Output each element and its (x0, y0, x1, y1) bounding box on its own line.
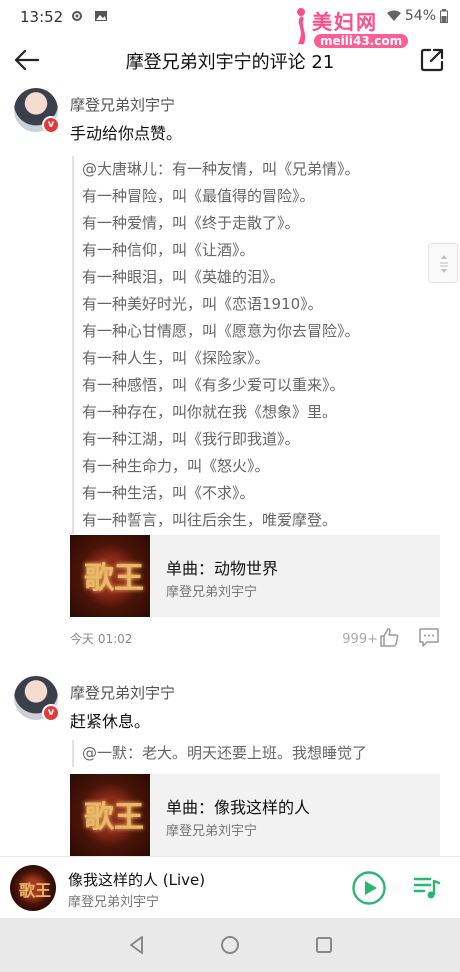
quote-line: 有一种人生，叫《探险家》。 (82, 349, 270, 367)
back-arrow-icon[interactable] (10, 44, 42, 76)
quote-line: 有一种生命力，叫《怒火》。 (82, 457, 270, 475)
song-title: 单曲：动物世界 (166, 559, 279, 578)
status-time: 13:52 (20, 8, 64, 26)
song-artist: 摩登兄弟刘宇宁 (166, 585, 258, 600)
song-cover: 歌王 (70, 535, 150, 617)
song-cover: 歌王 (70, 774, 150, 856)
comment-item: v 摩登兄弟刘宇宁 赶紧休息。 @一默：老大。明天还要上班。我想睡觉了 歌王 单… (0, 676, 460, 856)
like-count: 999+ (342, 632, 378, 647)
cover-logo-text: 歌王 (84, 561, 144, 596)
image-icon (95, 11, 107, 21)
share-external-icon[interactable] (418, 46, 446, 74)
quote-line: 有一种誓言，叫往后余生，唯爱摩登。 (82, 511, 338, 529)
play-icon[interactable] (352, 871, 386, 905)
quote-line: 有一种美好时光，叫《恋语1910》。 (82, 295, 323, 313)
quote-line: 有一种冒险，叫《最值得的冒险》。 (82, 187, 315, 205)
quoted-comment[interactable]: @大唐琳儿：有一种友情，叫《兄弟情》。 有一种冒险，叫《最值得的冒险》。 有一种… (72, 156, 360, 534)
quote-line: 有一种感悟，叫《有多少爱可以重来》。 (82, 376, 345, 394)
song-card[interactable]: 歌王 单曲：动物世界 摩登兄弟刘宇宁 (70, 535, 440, 617)
reply-comment-icon[interactable] (418, 626, 440, 648)
song-artist: 摩登兄弟刘宇宁 (166, 824, 258, 839)
system-nav-bar (0, 918, 460, 972)
comment-username[interactable]: 摩登兄弟刘宇宁 (70, 682, 175, 703)
comment-time: 今天 01:02 (70, 632, 133, 646)
quote-line: 有一种爱情，叫《终于走散了》。 (82, 214, 300, 232)
comment-text: 赶紧休息。 (70, 712, 151, 731)
avatar[interactable]: v (14, 676, 60, 722)
nav-back-icon[interactable] (126, 934, 148, 956)
quote-line: 有一种生活，叫《不求》。 (82, 484, 255, 502)
comment-item: v 摩登兄弟刘宇宁 手动给你点赞。 @大唐琳儿：有一种友情，叫《兄弟情》。 有一… (0, 88, 460, 648)
verified-badge-icon: v (42, 704, 60, 722)
nav-home-icon[interactable] (219, 934, 241, 956)
quote-line: 有一种江湖，叫《我行即我道》。 (82, 430, 300, 448)
avatar[interactable]: v (14, 88, 60, 134)
quoted-comment[interactable]: @一默：老大。明天还要上班。我想睡觉了 (72, 740, 367, 767)
song-title: 单曲：像我这样的人 (166, 798, 311, 817)
thumbs-up-icon[interactable] (378, 626, 400, 648)
nav-recents-icon[interactable] (313, 934, 335, 956)
player-song-title: 像我这样的人 (Live) (68, 871, 206, 889)
quote-line: 有一种心甘情愿，叫《愿意为你去冒险》。 (82, 322, 360, 340)
fast-scroll-handle[interactable] (428, 243, 458, 283)
comment-text: 手动给你点赞。 (70, 124, 183, 143)
watermark-title: 美妇网 (312, 10, 378, 34)
mini-player[interactable]: 歌王 像我这样的人 (Live) 摩登兄弟刘宇宁 (0, 856, 460, 918)
app-header: 摩登兄弟刘宇宁的评论 21 (0, 36, 460, 84)
drag-handle-icon (440, 255, 448, 273)
verified-badge-icon: v (42, 116, 60, 134)
quote-line: 有一种存在，叫你就在我《想象》里。 (82, 403, 338, 421)
player-cover[interactable]: 歌王 (10, 865, 56, 911)
playlist-icon[interactable] (412, 873, 442, 903)
quote-line: @大唐琳儿：有一种友情，叫《兄弟情》。 (82, 160, 360, 178)
page-title: 摩登兄弟刘宇宁的评论 21 (125, 52, 335, 73)
quote-line: 有一种眼泪，叫《英雄的泪》。 (82, 268, 285, 286)
quote-line: 有一种信仰，叫《让酒》。 (82, 241, 255, 259)
comment-username[interactable]: 摩登兄弟刘宇宁 (70, 94, 175, 115)
cover-logo-text: 歌王 (84, 800, 144, 835)
song-card[interactable]: 歌王 单曲：像我这样的人 摩登兄弟刘宇宁 (70, 774, 440, 856)
settings-icon (72, 11, 82, 21)
quote-line: @一默：老大。明天还要上班。我想睡觉了 (82, 744, 368, 762)
player-cover-text: 歌王 (19, 881, 52, 900)
player-artist: 摩登兄弟刘宇宁 (68, 895, 160, 910)
